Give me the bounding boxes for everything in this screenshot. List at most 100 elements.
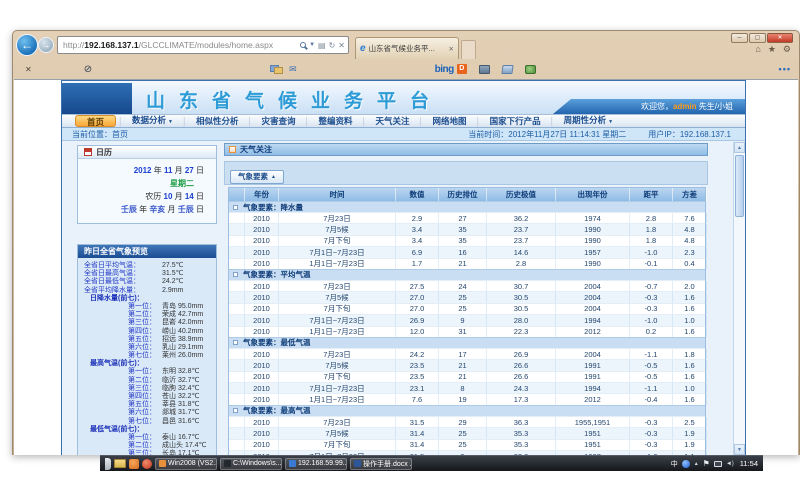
page-scrollbar[interactable]: ▲ ▼ xyxy=(733,142,745,455)
nav-item-2[interactable]: 相似性分析 xyxy=(187,115,248,127)
bing-logo[interactable]: bing xyxy=(435,64,454,75)
table-cell: -0.7 xyxy=(630,281,673,291)
toolbar-close-icon[interactable]: ✕ xyxy=(25,65,32,74)
explorer-icon[interactable] xyxy=(114,459,126,468)
new-tab-button[interactable] xyxy=(461,40,476,59)
table-cell: 31 xyxy=(439,327,487,337)
table-cell: 1.0 xyxy=(673,315,707,325)
table-cell: 12.0 xyxy=(396,327,439,337)
search-dropdown-icon[interactable]: ▼ xyxy=(309,42,315,48)
row-spacer xyxy=(229,315,245,325)
nav-dropdown-icon: ▼ xyxy=(168,119,173,125)
table-cell: 1990 xyxy=(556,236,630,246)
ime-indicator[interactable]: 中 xyxy=(671,459,678,469)
nav-item-6[interactable]: 网络地图 xyxy=(424,115,476,127)
nav-item-3[interactable]: 灾害查询 xyxy=(253,115,305,127)
table-group-header[interactable]: 气象要素：最高气温 xyxy=(229,405,705,416)
cards-icon[interactable] xyxy=(270,64,284,74)
volume-icon[interactable]: ◄) xyxy=(726,461,734,467)
show-hidden-icons[interactable]: ▲ xyxy=(694,461,699,467)
forward-button[interactable]: → xyxy=(38,37,54,53)
expand-box-icon[interactable] xyxy=(233,205,238,210)
element-filter-button[interactable]: 气象要素▲ xyxy=(230,170,284,184)
column-header: 出现年份 xyxy=(556,188,630,201)
task-app-icon xyxy=(354,460,361,467)
minimize-button[interactable]: ─ xyxy=(731,33,748,43)
table-cell: 2010 xyxy=(245,349,279,359)
taskbar-task-button[interactable]: Win2008 (VS2... xyxy=(155,458,217,470)
action-center-flag-icon[interactable]: ⚑ xyxy=(703,459,710,468)
table-group-header[interactable]: 气象要素：最低气温 xyxy=(229,337,705,348)
table-cell: 3.4 xyxy=(396,224,439,234)
table-cell: 0.4 xyxy=(673,259,707,269)
address-bar[interactable]: http://192.168.137.1/GLCCLIMATE/modules/… xyxy=(57,36,349,54)
overview-rank-row: 第一位：泰山 16.7℃ xyxy=(78,434,216,442)
filter-strip: 气象要素▲ xyxy=(224,161,708,185)
expand-box-icon[interactable] xyxy=(233,340,238,345)
maximize-button[interactable]: ▢ xyxy=(749,33,766,43)
start-button[interactable] xyxy=(105,458,111,470)
table-row: 20107月5候23.52126.61991-0.51.6 xyxy=(229,359,705,370)
scroll-up-icon[interactable]: ▲ xyxy=(734,142,745,153)
table-cell: 2010 xyxy=(245,236,279,246)
nav-item-7[interactable]: 国家下行产品 xyxy=(481,115,550,127)
user-ip: 用户IP：192.168.137.1 xyxy=(648,129,731,140)
scroll-down-icon[interactable]: ▼ xyxy=(734,444,745,455)
nav-item-5[interactable]: 天气关注 xyxy=(367,115,419,127)
taskbar-task-button[interactable]: 操作手册.docx ... xyxy=(350,458,412,470)
table-group-header[interactable]: 气象要素：平均气温 xyxy=(229,269,705,280)
table-cell: 30.5 xyxy=(487,304,556,314)
username: admin xyxy=(673,102,697,111)
addon-icon-2[interactable] xyxy=(501,65,513,74)
network-icon[interactable] xyxy=(714,461,722,467)
media-player-icon[interactable] xyxy=(142,459,152,469)
expand-box-icon[interactable] xyxy=(233,408,238,413)
tab-close-icon[interactable]: ✕ xyxy=(449,45,454,53)
table-group-header[interactable]: 气象要素：降水量 xyxy=(229,201,705,212)
taskbar-task-button[interactable]: 192.168.59.99... xyxy=(285,458,347,470)
calendar-date: 2012 年 11 月 27 日 xyxy=(78,164,204,177)
browser-tab[interactable]: e 山东省气候业务平... ✕ xyxy=(355,37,459,59)
table-cell: -0.3 xyxy=(630,440,673,450)
column-header: 距平 xyxy=(630,188,673,201)
search-icon[interactable] xyxy=(300,42,306,48)
taskbar-task-button[interactable]: C:\Windows\s... xyxy=(220,458,282,470)
column-header: 时间 xyxy=(279,188,396,201)
nav-dropdown-icon: ▼ xyxy=(608,119,613,125)
taskbar: Win2008 (VS2...C:\Windows\s...192.168.59… xyxy=(100,455,763,471)
refresh-icon[interactable]: ↻ xyxy=(329,41,336,50)
web-page: 山东省气候业务平台 欢迎您，admin 先生/小姐 首页│数据分析▼│相似性分析… xyxy=(61,80,746,455)
breadcrumb: 当前位置：首页 xyxy=(72,129,128,140)
blocked-icon[interactable]: ⊘ xyxy=(84,64,92,75)
table-row: 20101月1日~7月23日1.7212.81990-0.10.4 xyxy=(229,258,705,269)
table-cell: 1.8 xyxy=(673,349,707,359)
nav-item-0[interactable]: 首页 xyxy=(75,115,116,127)
pinned-app-icon[interactable] xyxy=(129,459,139,469)
table-row: 20107月5候3.43523.719901.84.8 xyxy=(229,223,705,234)
calendar-lunar-date: 农历 10 月 14 日 xyxy=(78,190,204,203)
tray-app-icon[interactable] xyxy=(682,460,690,468)
addon-icon-3[interactable] xyxy=(525,65,536,74)
mail-icon[interactable]: ✉ xyxy=(289,64,297,75)
favorites-star-icon[interactable]: ★ xyxy=(768,44,776,55)
column-header: 历史排位 xyxy=(439,188,487,201)
stop-icon[interactable]: ✕ xyxy=(338,41,345,50)
more-options-icon[interactable]: ••• xyxy=(779,64,791,74)
table-cell: 1991 xyxy=(556,360,630,370)
home-icon[interactable]: ⌂ xyxy=(755,44,760,55)
nav-item-4[interactable]: 整编资料 xyxy=(310,115,362,127)
table-row: 20101月1日~7月23日7.61917.32012-0.41.6 xyxy=(229,393,705,404)
scrollbar-thumb[interactable] xyxy=(735,155,744,217)
back-button[interactable]: ← xyxy=(16,34,38,56)
bing-d-icon[interactable]: D xyxy=(457,64,467,74)
table-cell: 7月下旬 xyxy=(279,372,396,382)
compatibility-view-icon[interactable]: ▤ xyxy=(318,41,326,50)
expand-box-icon[interactable] xyxy=(233,272,238,277)
table-cell: 7月下旬 xyxy=(279,236,396,246)
nav-item-8[interactable]: 周期性分析▼ xyxy=(555,114,622,128)
nav-item-1[interactable]: 数据分析▼ xyxy=(123,114,182,128)
tools-gear-icon[interactable]: ⚙ xyxy=(783,44,791,55)
table-cell: -0.4 xyxy=(630,394,673,404)
addon-icon-1[interactable] xyxy=(479,65,490,74)
close-button[interactable]: ✕ xyxy=(767,33,793,43)
